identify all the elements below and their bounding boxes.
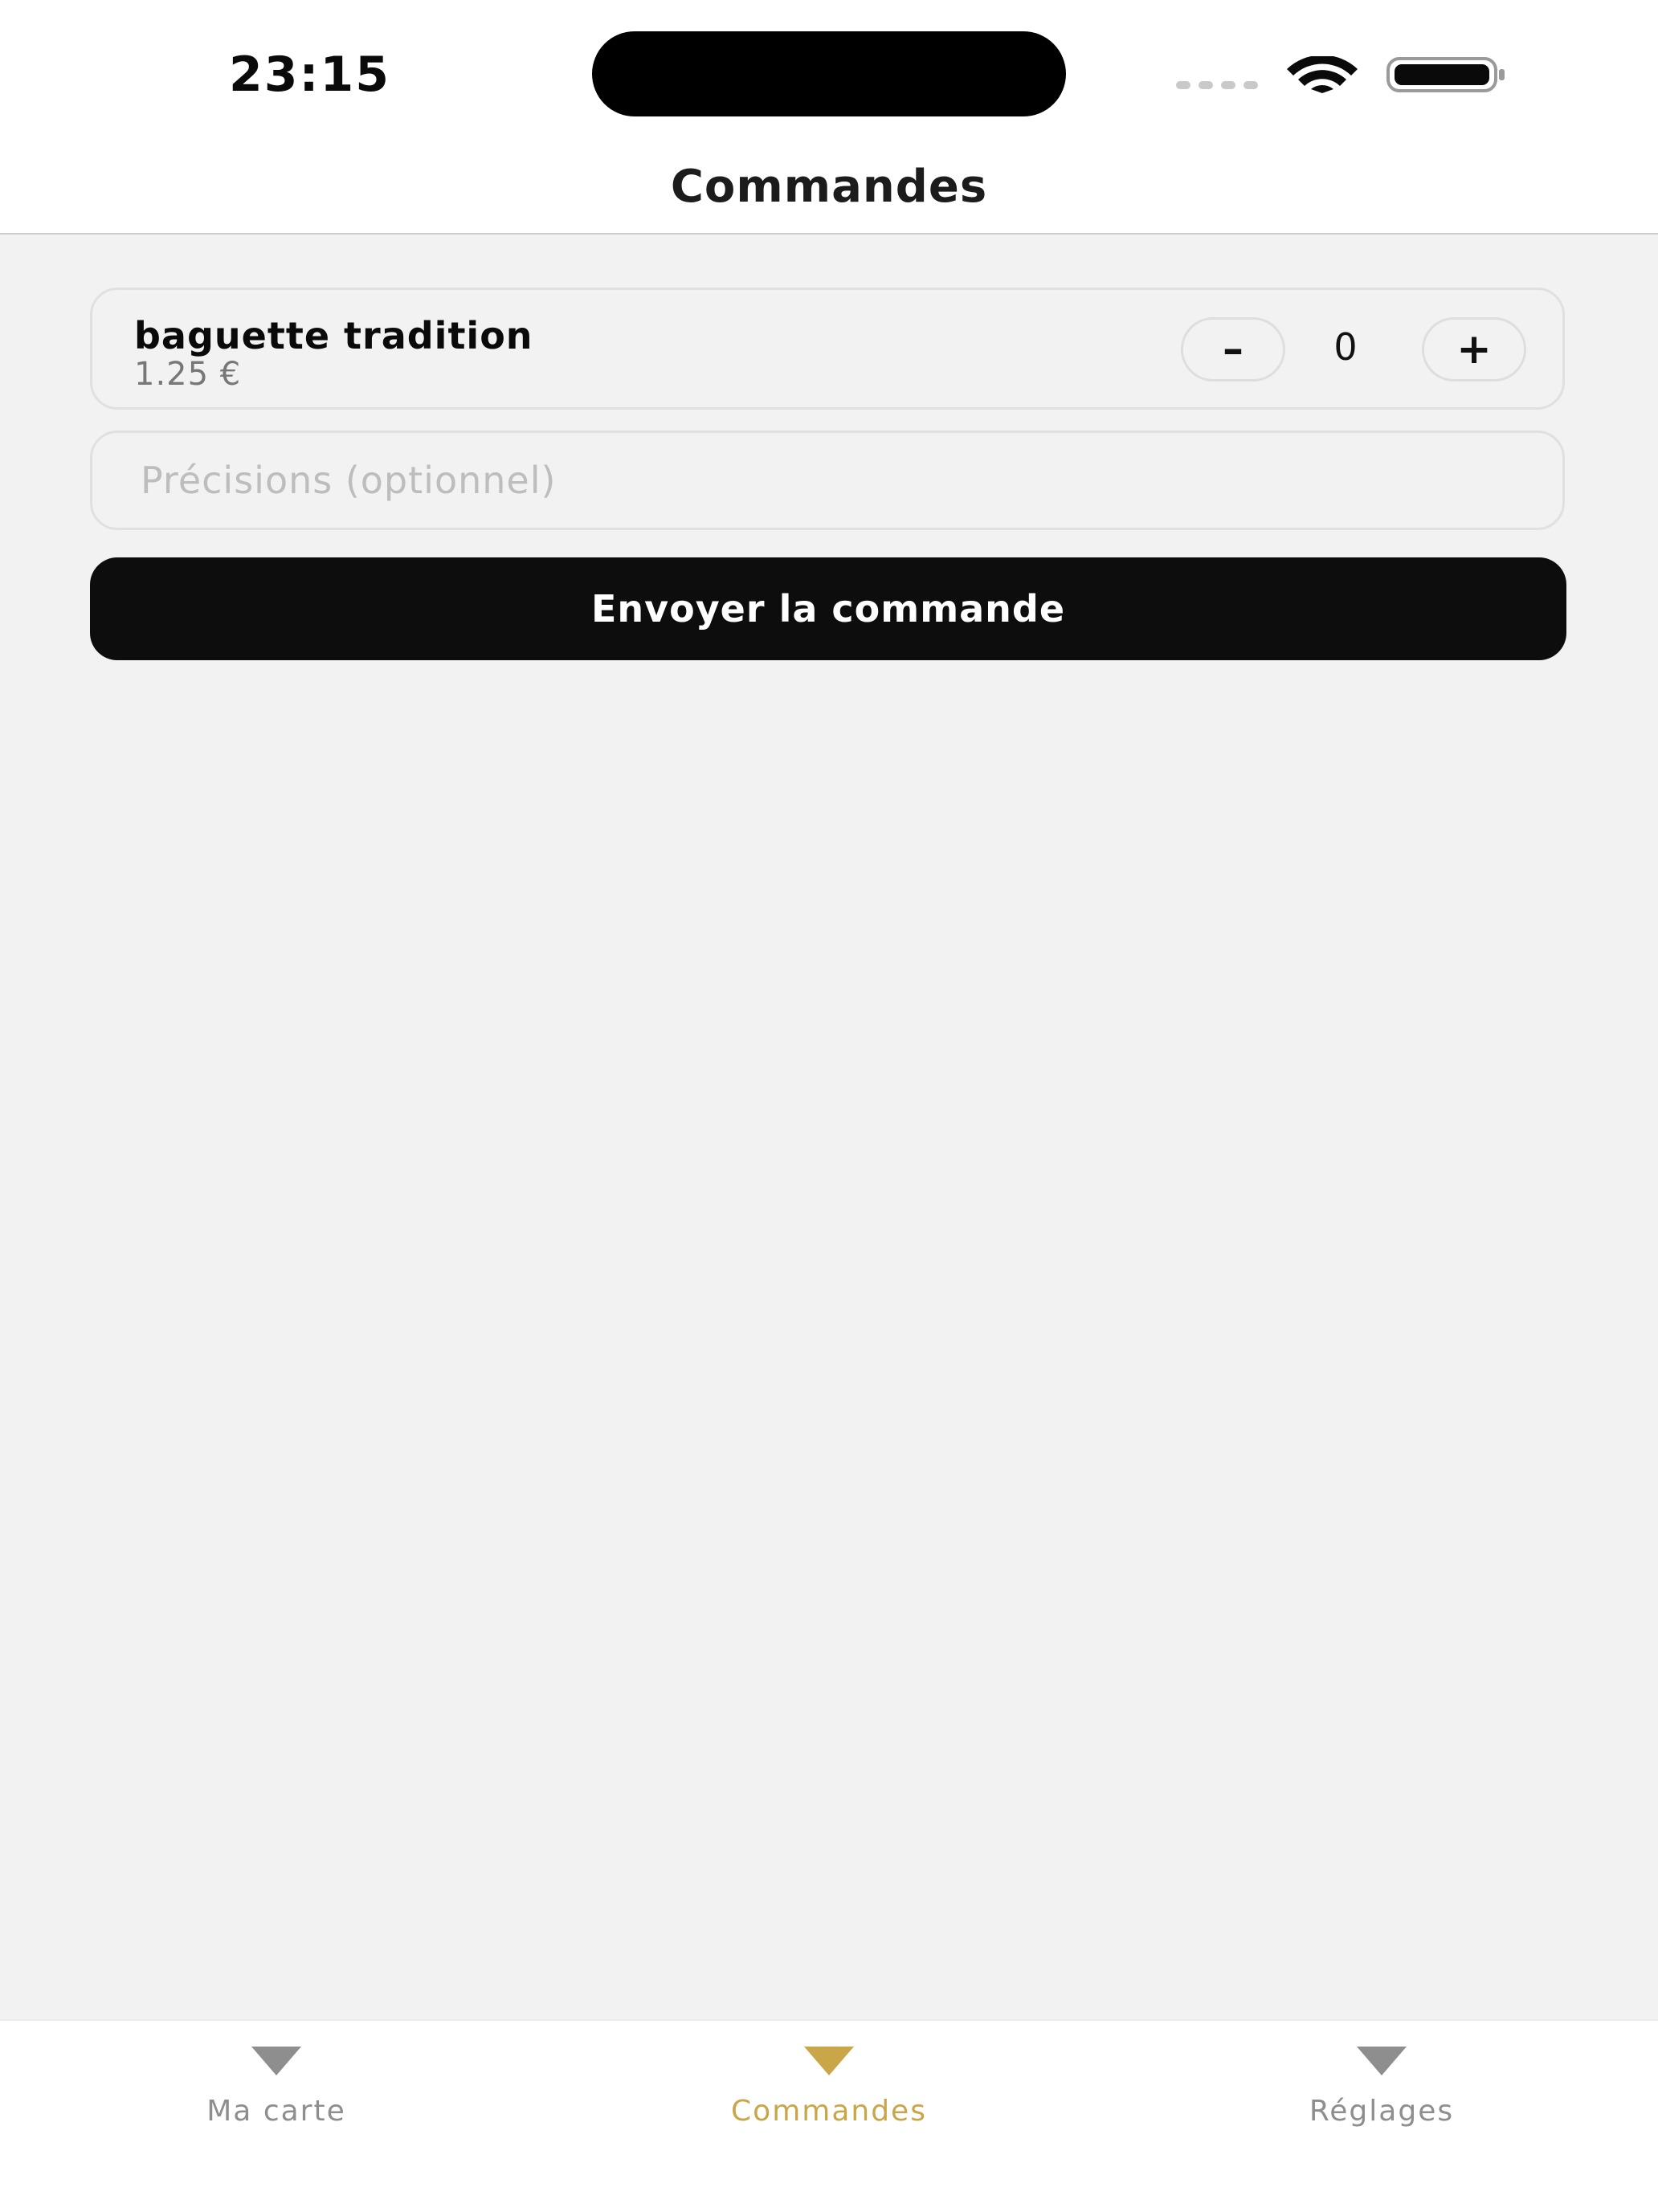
plus-icon: + (1456, 325, 1492, 373)
increment-button[interactable]: + (1422, 317, 1526, 382)
page-title: Commandes (670, 161, 988, 213)
dynamic-island (592, 31, 1066, 116)
order-item-card: baguette tradition 1.25 € – 0 + (90, 288, 1565, 410)
status-time: 23:15 (229, 47, 390, 103)
wifi-icon (1287, 56, 1358, 93)
status-bar: 23:15 (0, 0, 1658, 153)
tab-bar: Ma carte Commandes Réglages (0, 2019, 1658, 2212)
item-price: 1.25 € (134, 356, 242, 393)
tab-ma-carte[interactable]: Ma carte (0, 2021, 553, 2212)
decrement-button[interactable]: – (1181, 317, 1285, 382)
minus-icon: – (1223, 325, 1244, 373)
send-order-button[interactable]: Envoyer la commande (90, 557, 1566, 660)
notes-input[interactable] (90, 431, 1565, 530)
tab-commandes[interactable]: Commandes (553, 2021, 1105, 2212)
triangle-down-icon (1357, 2047, 1407, 2075)
triangle-down-icon (251, 2047, 301, 2075)
tab-label: Ma carte (206, 2095, 346, 2128)
item-name: baguette tradition (134, 314, 533, 357)
triangle-down-icon (804, 2047, 854, 2075)
signal-icon (1176, 81, 1260, 91)
quantity-value: 0 (1333, 325, 1358, 369)
tab-label: Commandes (731, 2095, 927, 2128)
battery-icon (1386, 57, 1505, 92)
navigation-bar: Commandes (0, 153, 1658, 235)
tab-reglages[interactable]: Réglages (1105, 2021, 1658, 2212)
tab-label: Réglages (1309, 2095, 1455, 2128)
